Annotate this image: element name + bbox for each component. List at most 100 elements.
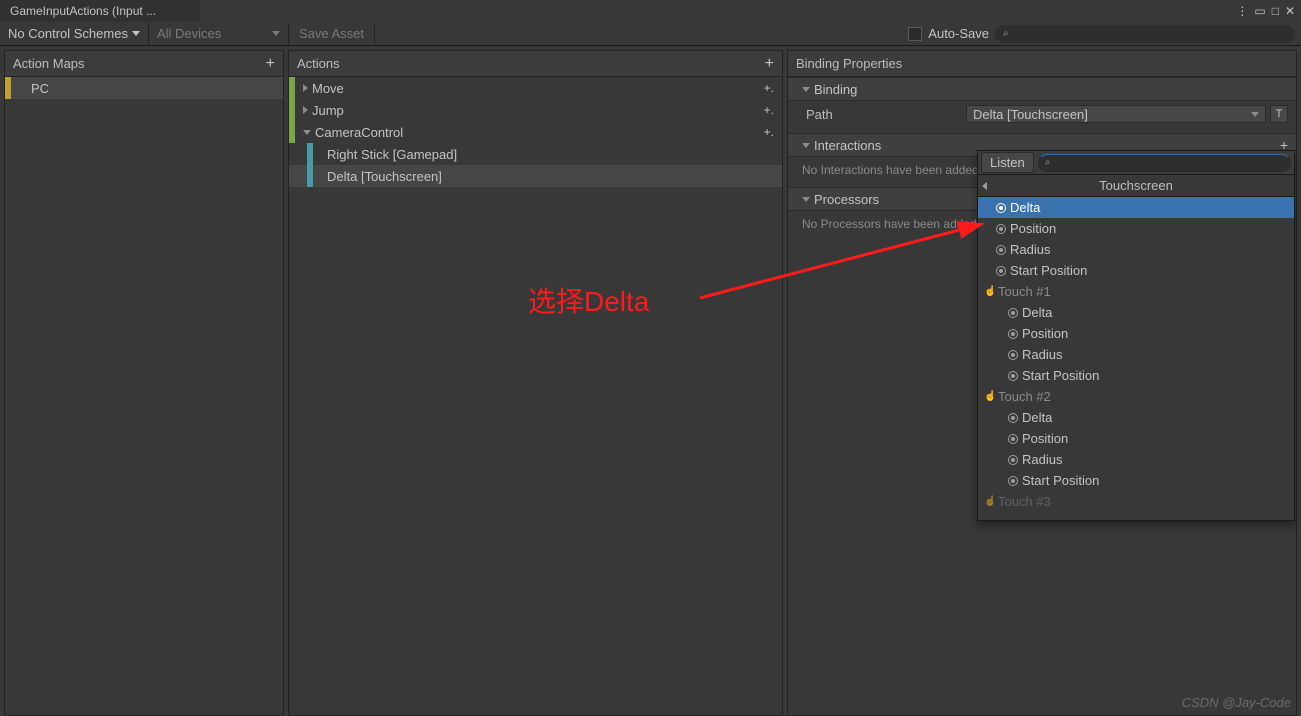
dropdown-option-label: Start Position xyxy=(1022,368,1099,383)
add-binding-button[interactable]: +. xyxy=(764,125,782,139)
save-asset-button[interactable]: Save Asset xyxy=(289,23,375,45)
add-action-map-button[interactable]: + xyxy=(266,55,275,73)
radio-icon xyxy=(1008,350,1018,360)
dropdown-option[interactable]: Delta xyxy=(978,407,1294,428)
chevron-right-icon xyxy=(303,106,308,114)
dropdown-option[interactable]: Delta xyxy=(978,197,1294,218)
autosave-label: Auto-Save xyxy=(928,26,989,41)
control-scheme-label: No Control Schemes xyxy=(8,26,128,41)
binding-item[interactable]: Delta [Touchscreen] xyxy=(289,165,782,187)
dropdown-option-label: Delta xyxy=(1010,200,1040,215)
processors-section-label: Processors xyxy=(814,192,879,207)
action-label: Jump xyxy=(312,103,764,118)
dropdown-option-label: Position xyxy=(1010,221,1056,236)
dropdown-option[interactable]: Radius xyxy=(978,344,1294,365)
window-controls: ⋮ ▭ □ ✕ xyxy=(1236,4,1301,18)
path-row: Path Delta [Touchscreen] T xyxy=(788,101,1296,127)
dropdown-option[interactable]: Position xyxy=(978,218,1294,239)
add-binding-button[interactable]: +. xyxy=(764,81,782,95)
accent-bar xyxy=(289,99,295,121)
dropdown-option[interactable]: Position xyxy=(978,323,1294,344)
path-value: Delta [Touchscreen] xyxy=(973,107,1088,122)
dropdown-option-label: Radius xyxy=(1010,242,1050,257)
devices-dropdown[interactable]: All Devices xyxy=(149,23,289,45)
autosave-checkbox[interactable] xyxy=(908,27,922,41)
dropdown-group[interactable]: ☝Touch #2 xyxy=(978,386,1294,407)
action-maps-header: Action Maps + xyxy=(5,51,283,77)
binding-section-label: Binding xyxy=(814,82,857,97)
accent-bar xyxy=(289,77,295,99)
chevron-down-icon xyxy=(1251,112,1259,117)
dropdown-group[interactable]: ☝Touch #1 xyxy=(978,281,1294,302)
dropdown-option[interactable]: Position xyxy=(978,428,1294,449)
action-map-label: PC xyxy=(11,81,49,96)
dropdown-group-label: Touch #2 xyxy=(998,389,1051,404)
dropdown-option[interactable]: Start Position xyxy=(978,470,1294,491)
radio-icon xyxy=(1008,434,1018,444)
add-action-button[interactable]: + xyxy=(765,55,774,73)
path-dropdown[interactable]: Delta [Touchscreen] xyxy=(966,105,1266,123)
search-icon: ⌕ xyxy=(1003,28,1009,39)
binding-label: Delta [Touchscreen] xyxy=(327,169,782,184)
dropdown-option-label: Delta xyxy=(1022,410,1052,425)
chevron-down-icon xyxy=(802,87,810,92)
path-t-button[interactable]: T xyxy=(1270,105,1288,123)
toolbar: No Control Schemes All Devices Save Asse… xyxy=(0,22,1301,46)
dropdown-option[interactable]: Start Position xyxy=(978,365,1294,386)
radio-icon xyxy=(1008,476,1018,486)
chevron-down-icon xyxy=(303,130,311,135)
hand-icon: ☝ xyxy=(984,286,994,297)
dropdown-group-label: Touch #3 xyxy=(998,494,1051,509)
annotation-text: 选择Delta xyxy=(528,280,649,320)
radio-icon xyxy=(996,224,1006,234)
accent-bar xyxy=(307,165,313,187)
radio-icon xyxy=(996,203,1006,213)
radio-icon xyxy=(1008,308,1018,318)
dropdown-option[interactable]: Radius xyxy=(978,449,1294,470)
chevron-down-icon xyxy=(132,31,140,36)
chevron-down-icon xyxy=(272,31,280,36)
actions-header: Actions + xyxy=(289,51,782,77)
binding-label: Right Stick [Gamepad] xyxy=(327,147,782,162)
back-icon[interactable] xyxy=(982,182,987,190)
actions-panel: Actions + Move +. Jump +. CameraControl … xyxy=(288,50,783,716)
action-item[interactable]: Move +. xyxy=(289,77,782,99)
close-icon[interactable]: ✕ xyxy=(1285,4,1295,18)
action-maps-title: Action Maps xyxy=(13,56,85,71)
maximize-icon[interactable]: □ xyxy=(1272,4,1279,18)
radio-icon xyxy=(1008,413,1018,423)
control-scheme-dropdown[interactable]: No Control Schemes xyxy=(0,23,149,45)
toolbar-search-input[interactable]: ⌕ xyxy=(995,25,1295,43)
binding-item[interactable]: Right Stick [Gamepad] xyxy=(289,143,782,165)
dropdown-group[interactable]: ☝ Touch #3 xyxy=(978,491,1294,512)
action-label: CameraControl xyxy=(315,125,764,140)
devices-label: All Devices xyxy=(157,26,221,41)
dropdown-option[interactable]: Delta xyxy=(978,302,1294,323)
dropdown-option-label: Radius xyxy=(1022,347,1062,362)
interactions-section-label: Interactions xyxy=(814,138,881,153)
dropdown-option-label: Start Position xyxy=(1022,473,1099,488)
dropdown-breadcrumb: Touchscreen xyxy=(978,175,1294,197)
dropdown-option-label: Delta xyxy=(1022,305,1052,320)
menu-icon[interactable]: ⋮ xyxy=(1236,4,1248,18)
radio-icon xyxy=(1008,329,1018,339)
dropdown-search-input[interactable]: ⌕ xyxy=(1038,154,1291,172)
minimize-icon[interactable]: ▭ xyxy=(1254,4,1265,18)
binding-section-header[interactable]: Binding xyxy=(788,77,1296,101)
action-item[interactable]: Jump +. xyxy=(289,99,782,121)
add-binding-button[interactable]: +. xyxy=(764,103,782,117)
dropdown-option[interactable]: Start Position xyxy=(978,260,1294,281)
path-picker-dropdown: Listen ⌕ Touchscreen Delta Position Radius… xyxy=(977,150,1295,521)
action-map-item[interactable]: PC xyxy=(5,77,283,99)
dropdown-option-label: Radius xyxy=(1022,452,1062,467)
watermark: CSDN @Jay-Code xyxy=(1182,695,1291,710)
chevron-right-icon xyxy=(303,84,308,92)
radio-icon xyxy=(1008,371,1018,381)
hand-icon: ☝ xyxy=(984,496,994,507)
listen-button[interactable]: Listen xyxy=(981,152,1034,173)
radio-icon xyxy=(996,245,1006,255)
dropdown-option[interactable]: Radius xyxy=(978,239,1294,260)
binding-properties-title: Binding Properties xyxy=(796,56,902,71)
action-item[interactable]: CameraControl +. xyxy=(289,121,782,143)
window-tab[interactable]: GameInputActions (Input ... xyxy=(0,0,200,22)
